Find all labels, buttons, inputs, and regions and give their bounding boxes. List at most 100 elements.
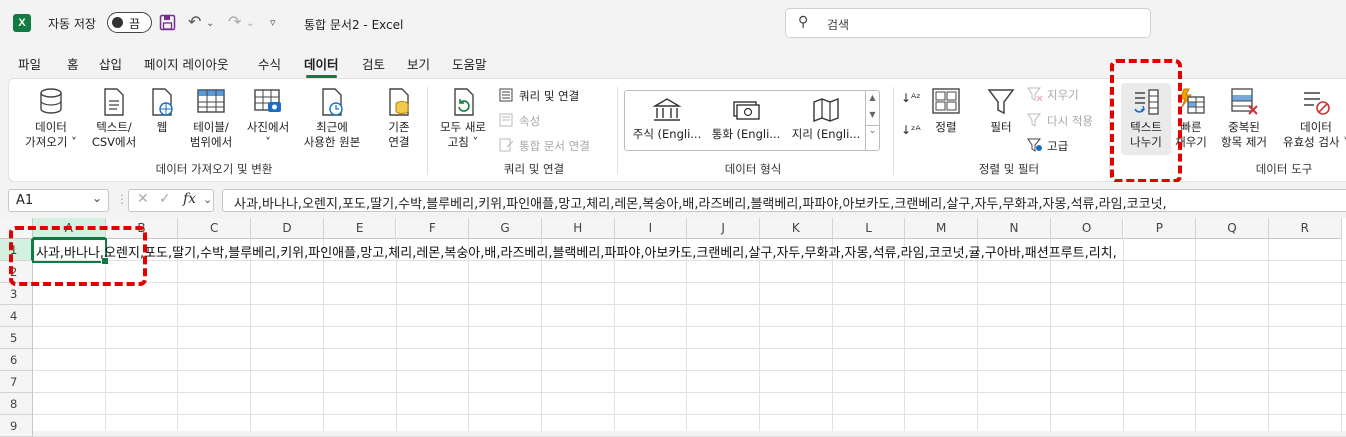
column-header-q[interactable]: Q: [1196, 218, 1269, 239]
gallery-scroll[interactable]: ▲ ▼ ⌄: [865, 91, 879, 150]
recent-sources-button[interactable]: 최근에 사용한 원본: [295, 87, 369, 150]
data-validation-button[interactable]: 데이터 유효성 검사 ˅: [1277, 87, 1346, 150]
row-header-7[interactable]: 7: [0, 371, 33, 393]
grid-row-line: [33, 304, 1346, 305]
autosave-label: 자동 저장: [48, 17, 96, 31]
grid-column-line: [177, 239, 179, 431]
from-text-csv-button[interactable]: 텍스트/ CSV에서: [89, 87, 139, 150]
column-header-p[interactable]: P: [1123, 218, 1197, 239]
grid-column-line: [395, 239, 397, 431]
data-type-currencies[interactable]: 통화 (Engli...: [708, 97, 784, 142]
cancel-icon[interactable]: ✕: [137, 191, 149, 207]
row-header-3[interactable]: 3: [0, 283, 33, 305]
sort-ascending-button[interactable]: ↓ᴬᶻ: [901, 91, 921, 105]
formula-bar-grip-icon: ⋮: [116, 192, 128, 206]
column-header-i[interactable]: I: [614, 218, 688, 239]
clear-button[interactable]: 지우기: [1027, 87, 1079, 103]
get-data-button[interactable]: 데이터 가져오기 ˅: [15, 87, 87, 150]
redo-icon[interactable]: ↷: [228, 12, 241, 31]
save-icon[interactable]: [159, 14, 176, 31]
tab-help[interactable]: 도움말: [452, 54, 487, 73]
grid-column-line: [977, 239, 979, 431]
column-header-h[interactable]: H: [541, 218, 615, 239]
cell-a1-value: 사과,바나나,오렌지,포도,딸기,수박,블루베리,키위,파인애플,망고,체리,레…: [36, 246, 1117, 261]
filter-button[interactable]: 필터: [981, 87, 1021, 135]
undo-dropdown-icon[interactable]: ⌄: [206, 18, 214, 29]
row-header-4[interactable]: 4: [0, 305, 33, 327]
tab-page-layout[interactable]: 페이지 레이아웃: [144, 54, 228, 73]
column-header-d[interactable]: D: [251, 218, 324, 239]
refresh-icon: [454, 88, 474, 116]
from-picture-label: 사진에서 ˅: [246, 120, 290, 149]
from-picture-button[interactable]: 사진에서 ˅: [241, 87, 295, 150]
tab-review[interactable]: 검토: [362, 54, 385, 73]
data-type-stocks[interactable]: 주식 (Engli...: [629, 97, 705, 142]
queries-connections-button[interactable]: 쿼리 및 연결: [499, 88, 579, 104]
fx-dropdown-icon[interactable]: ⌄: [203, 193, 212, 206]
column-header-k[interactable]: K: [760, 218, 833, 239]
tab-formulas[interactable]: 수식: [258, 54, 281, 73]
from-table-range-button[interactable]: 테이블/ 범위에서: [183, 87, 239, 150]
reapply-button[interactable]: 다시 적용: [1027, 113, 1093, 129]
gallery-more-icon[interactable]: ⌄: [866, 125, 879, 136]
customize-qat-icon[interactable]: ▿: [270, 16, 276, 29]
formula-input[interactable]: 사과,바나나,오렌지,포도,딸기,수박,블루베리,키위,파인애플,망고,체리,레…: [222, 189, 1346, 212]
formula-buttons: ✕ ✓ fx ⌄: [128, 189, 214, 212]
column-header-j[interactable]: J: [687, 218, 760, 239]
undo-icon[interactable]: ↶: [188, 12, 201, 31]
edit-links-button[interactable]: 통합 문서 연결: [499, 138, 590, 154]
column-header-c[interactable]: C: [178, 218, 252, 239]
column-header-o[interactable]: O: [1050, 218, 1124, 239]
insert-function-icon[interactable]: fx: [183, 191, 196, 207]
data-type-geography[interactable]: 지리 (Engli...: [788, 97, 864, 142]
row-header-9[interactable]: 9: [0, 415, 33, 437]
existing-connections-label: 기존 연결: [388, 120, 410, 149]
column-header-r[interactable]: R: [1268, 218, 1342, 239]
sort-descending-button[interactable]: ↓ᶻᴬ: [901, 123, 921, 137]
column-header-l[interactable]: L: [832, 218, 906, 239]
column-header-n[interactable]: N: [978, 218, 1051, 239]
refresh-all-button[interactable]: 모두 새로 고침 ˅: [433, 87, 493, 150]
sort-button[interactable]: 정렬: [927, 87, 965, 135]
data-type-currencies-label: 통화 (Engli...: [711, 127, 781, 141]
name-box-dropdown-icon[interactable]: ⌄: [92, 191, 102, 205]
existing-connections-button[interactable]: 기존 연결: [377, 87, 421, 150]
gallery-down-icon[interactable]: ▼: [866, 110, 879, 119]
data-types-group-label: 데이터 형식: [724, 162, 782, 176]
filter-icon: [987, 89, 1015, 115]
data-type-stocks-label: 주식 (Engli...: [632, 127, 702, 141]
tab-home[interactable]: 홈: [67, 54, 79, 73]
column-header-m[interactable]: M: [905, 218, 979, 239]
remove-duplicates-button[interactable]: 중복된 항목 제거: [1212, 87, 1276, 150]
column-header-f[interactable]: F: [396, 218, 470, 239]
grid-column-line: [831, 239, 833, 431]
row-header-6[interactable]: 6: [0, 349, 33, 371]
grid-row-line: [33, 392, 1346, 393]
tab-file[interactable]: 파일: [18, 54, 41, 73]
enter-icon[interactable]: ✓: [159, 191, 171, 207]
redo-dropdown-icon[interactable]: ⌄: [246, 18, 254, 29]
column-header-g[interactable]: G: [469, 218, 542, 239]
name-box-value: A1: [16, 193, 34, 208]
gallery-up-icon[interactable]: ▲: [866, 93, 879, 102]
row-header-8[interactable]: 8: [0, 393, 33, 415]
tab-view[interactable]: 보기: [407, 54, 430, 73]
grid-column-line: [613, 239, 615, 431]
column-header-e[interactable]: E: [323, 218, 397, 239]
from-web-button[interactable]: 웹: [145, 87, 179, 135]
search-box[interactable]: ⚲ 검색: [785, 8, 1151, 38]
data-validation-label: 데이터 유효성 검사 ˅: [1283, 120, 1346, 149]
grid-column-line: [1049, 239, 1051, 431]
name-box[interactable]: A1 ⌄: [8, 189, 109, 212]
formula-bar: A1 ⌄ ⋮ ✕ ✓ fx ⌄ 사과,바나나,오렌지,포도,딸기,수박,블루베리,…: [0, 182, 1346, 218]
tab-insert[interactable]: 삽입: [99, 54, 122, 73]
spreadsheet-grid[interactable]: A B C D E F G H I J K L M N O P Q R 1 2 3 4 5 6 7 8 9 사과,바나나,오렌지,포도…: [0, 218, 1346, 437]
tab-data[interactable]: 데이터: [304, 54, 339, 78]
sort-filter-group-label: 정렬 및 필터: [978, 162, 1040, 176]
properties-button[interactable]: 속성: [499, 113, 540, 129]
autosave-toggle[interactable]: 끔: [107, 12, 152, 33]
sort-asc-icon: ↓ᴬᶻ: [901, 91, 921, 105]
stocks-icon: [652, 98, 682, 121]
row-header-5[interactable]: 5: [0, 327, 33, 349]
advanced-filter-button[interactable]: 고급: [1027, 138, 1068, 154]
